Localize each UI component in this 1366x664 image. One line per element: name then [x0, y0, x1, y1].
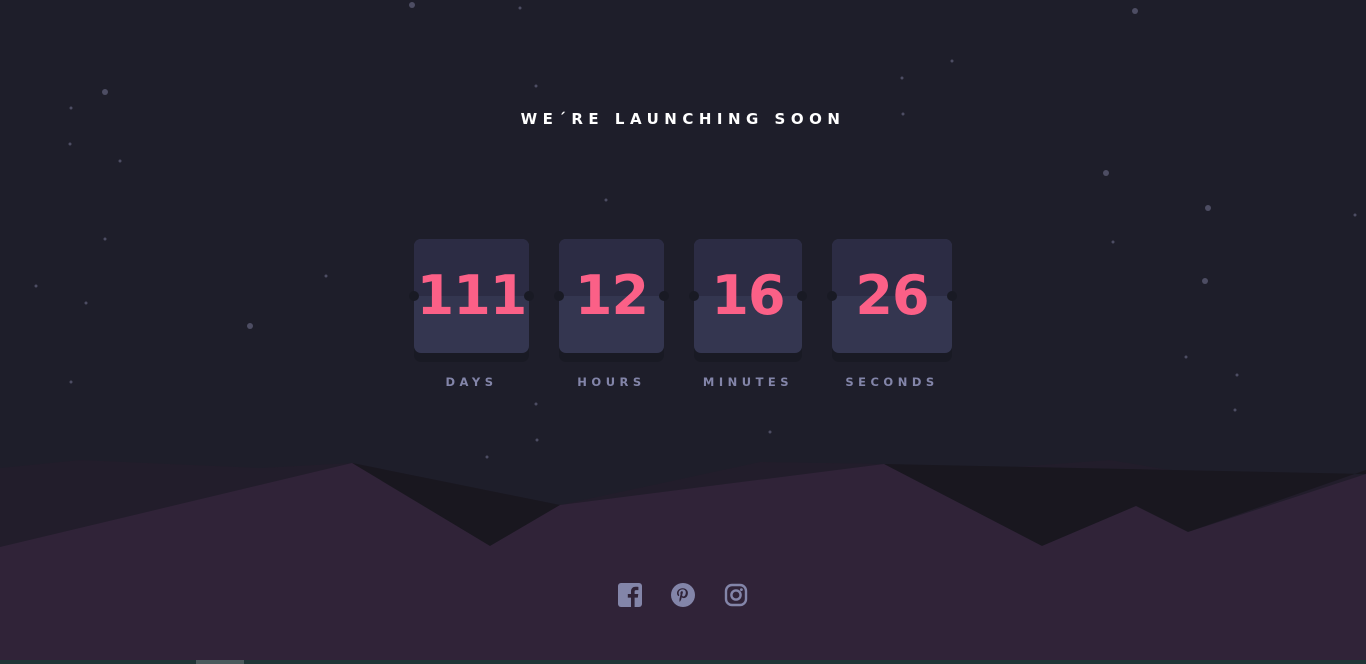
pinterest-link[interactable] [670, 582, 696, 608]
facebook-link[interactable] [617, 582, 643, 608]
facebook-icon [618, 583, 642, 607]
seconds-value: 26 [855, 264, 929, 327]
seconds-card: 26 [827, 239, 957, 353]
hills-illustration [0, 460, 1366, 664]
instagram-icon [724, 583, 748, 607]
countdown-page: WE´RE LAUNCHING SOON 111 DAYS 12 HOURS 1… [0, 0, 1366, 664]
hours-card: 12 [554, 239, 669, 353]
pinterest-icon [671, 583, 695, 607]
days-label: DAYS [445, 375, 498, 389]
minutes-label: MINUTES [702, 375, 794, 389]
attribution-bar [0, 660, 1366, 664]
hours-value: 12 [574, 264, 649, 327]
minutes-card: 16 [689, 239, 807, 353]
days-card: 111 [409, 239, 534, 353]
seconds-label: SECONDS [845, 375, 939, 389]
days-value: 111 [416, 264, 528, 327]
attribution-chip [196, 660, 244, 664]
hours-label: HOURS [577, 375, 646, 389]
minutes-value: 16 [711, 264, 785, 327]
page-title: WE´RE LAUNCHING SOON [520, 110, 846, 128]
instagram-link[interactable] [723, 582, 749, 608]
